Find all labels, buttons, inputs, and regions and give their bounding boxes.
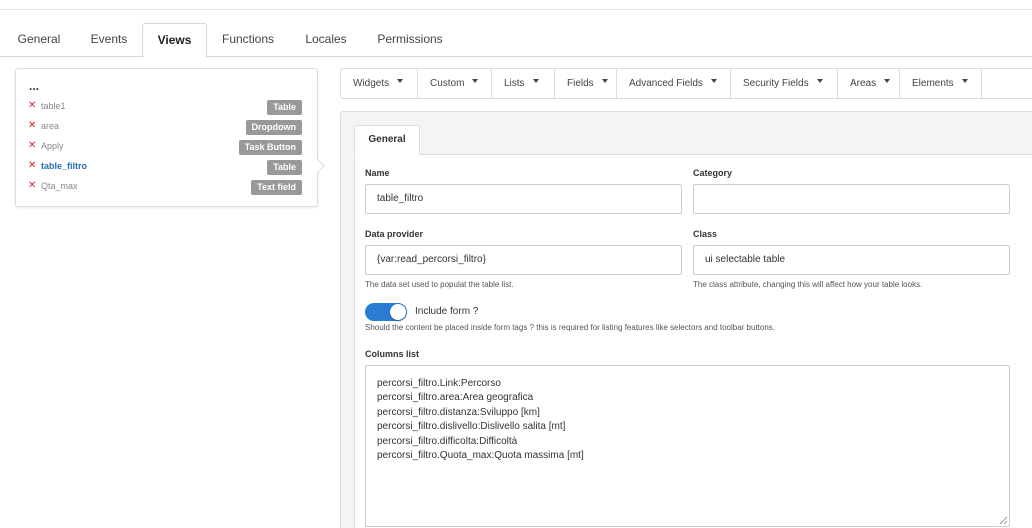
tab-views[interactable]: Views	[142, 23, 207, 58]
columns-list-label: Columns list	[365, 349, 420, 359]
tab-inner-general[interactable]: General	[354, 125, 420, 155]
toolbar-label: Lists	[504, 78, 525, 89]
caret-down-icon	[472, 79, 479, 84]
toolbar-widgets-dropdown[interactable]: Widgets	[341, 69, 418, 98]
type-badge: Task Button	[238, 140, 302, 155]
tree-item-apply[interactable]: ✕ Apply Task Button	[28, 139, 304, 155]
toolbar-elements-dropdown[interactable]: Elements	[900, 69, 982, 98]
type-badge: Table	[267, 100, 302, 115]
include-form-toggle[interactable]	[365, 303, 407, 321]
toolbar-label: Widgets	[353, 78, 390, 89]
toolbar-lists-dropdown[interactable]: Lists	[492, 69, 555, 98]
caret-down-icon	[601, 79, 608, 84]
resize-handle-icon[interactable]	[998, 515, 1008, 525]
toolbar-label: Areas	[850, 78, 877, 89]
toolbar-label: Fields	[567, 78, 594, 89]
main-tabs: General Events Views Functions Locales P…	[0, 23, 1032, 58]
name-field[interactable]: table_filtro	[365, 184, 682, 214]
include-form-label: Include form ?	[415, 306, 479, 317]
top-divider	[0, 9, 1032, 10]
remove-icon[interactable]: ✕	[28, 140, 36, 151]
tree-item-label: table1	[41, 101, 66, 111]
type-badge: Text field	[251, 180, 302, 195]
views-tree-panel: ... ✕ table1 Table ✕ area Dropdown ✕ App…	[15, 68, 318, 207]
caret-down-icon	[884, 79, 891, 84]
tree-item-label: table_filtro	[41, 161, 88, 171]
type-badge: Table	[267, 160, 302, 175]
data-provider-help: The data set used to populat the table l…	[365, 280, 514, 289]
caret-down-icon	[961, 79, 968, 84]
tree-item-label: area	[41, 121, 60, 131]
tab-events[interactable]: Events	[80, 23, 138, 57]
tree-item-label: Qta_max	[41, 181, 78, 191]
include-form-help: Should the content be placed inside form…	[365, 323, 776, 332]
remove-icon[interactable]: ✕	[28, 100, 36, 111]
remove-icon[interactable]: ✕	[28, 160, 36, 171]
remove-icon[interactable]: ✕	[28, 120, 36, 131]
caret-down-icon	[532, 79, 539, 84]
category-field[interactable]	[693, 184, 1010, 214]
toggle-knob	[390, 304, 406, 320]
caret-down-icon	[816, 79, 823, 84]
toolbar-label: Security Fields	[743, 78, 809, 89]
tree-item-table-filtro[interactable]: ✕ table_filtro Table	[28, 159, 304, 175]
tree-root[interactable]: ...	[29, 79, 39, 93]
tab-locales[interactable]: Locales	[296, 23, 356, 57]
tab-general[interactable]: General	[9, 23, 69, 57]
tab-permissions[interactable]: Permissions	[370, 23, 450, 57]
name-label: Name	[365, 168, 390, 178]
class-label: Class	[693, 229, 718, 239]
tree-item-area[interactable]: ✕ area Dropdown	[28, 119, 304, 135]
toolbar-label: Custom	[430, 78, 465, 89]
toolbar-label: Advanced Fields	[629, 78, 703, 89]
tree-item-label: Apply	[41, 141, 64, 151]
remove-icon[interactable]: ✕	[28, 180, 36, 191]
class-help: The class attribute, changing this will …	[693, 280, 923, 289]
toolbar-custom-dropdown[interactable]: Custom	[418, 69, 492, 98]
toolbar-label: Elements	[912, 78, 954, 89]
widget-toolbar: Widgets Custom Lists Fields Advanced Fie…	[340, 68, 1032, 99]
tab-functions[interactable]: Functions	[215, 23, 281, 57]
columns-list-textarea[interactable]: percorsi_filtro.Link:Percorso percorsi_f…	[365, 365, 1010, 527]
data-provider-label: Data provider	[365, 229, 424, 239]
class-field[interactable]: ui selectable table	[693, 245, 1010, 275]
caret-down-icon	[710, 79, 717, 84]
tree-item-table1[interactable]: ✕ table1 Table	[28, 99, 304, 115]
type-badge: Dropdown	[245, 120, 302, 135]
data-provider-field[interactable]: {var:read_percorsi_filtro}	[365, 245, 682, 275]
toolbar-fields-dropdown[interactable]: Fields	[555, 69, 617, 98]
category-label: Category	[693, 168, 733, 178]
toolbar-security-fields-dropdown[interactable]: Security Fields	[731, 69, 838, 98]
toolbar-advanced-fields-dropdown[interactable]: Advanced Fields	[617, 69, 731, 98]
tree-item-qta-max[interactable]: ✕ Qta_max Text field	[28, 179, 304, 195]
caret-down-icon	[397, 79, 404, 84]
toolbar-areas-dropdown[interactable]: Areas	[838, 69, 900, 98]
